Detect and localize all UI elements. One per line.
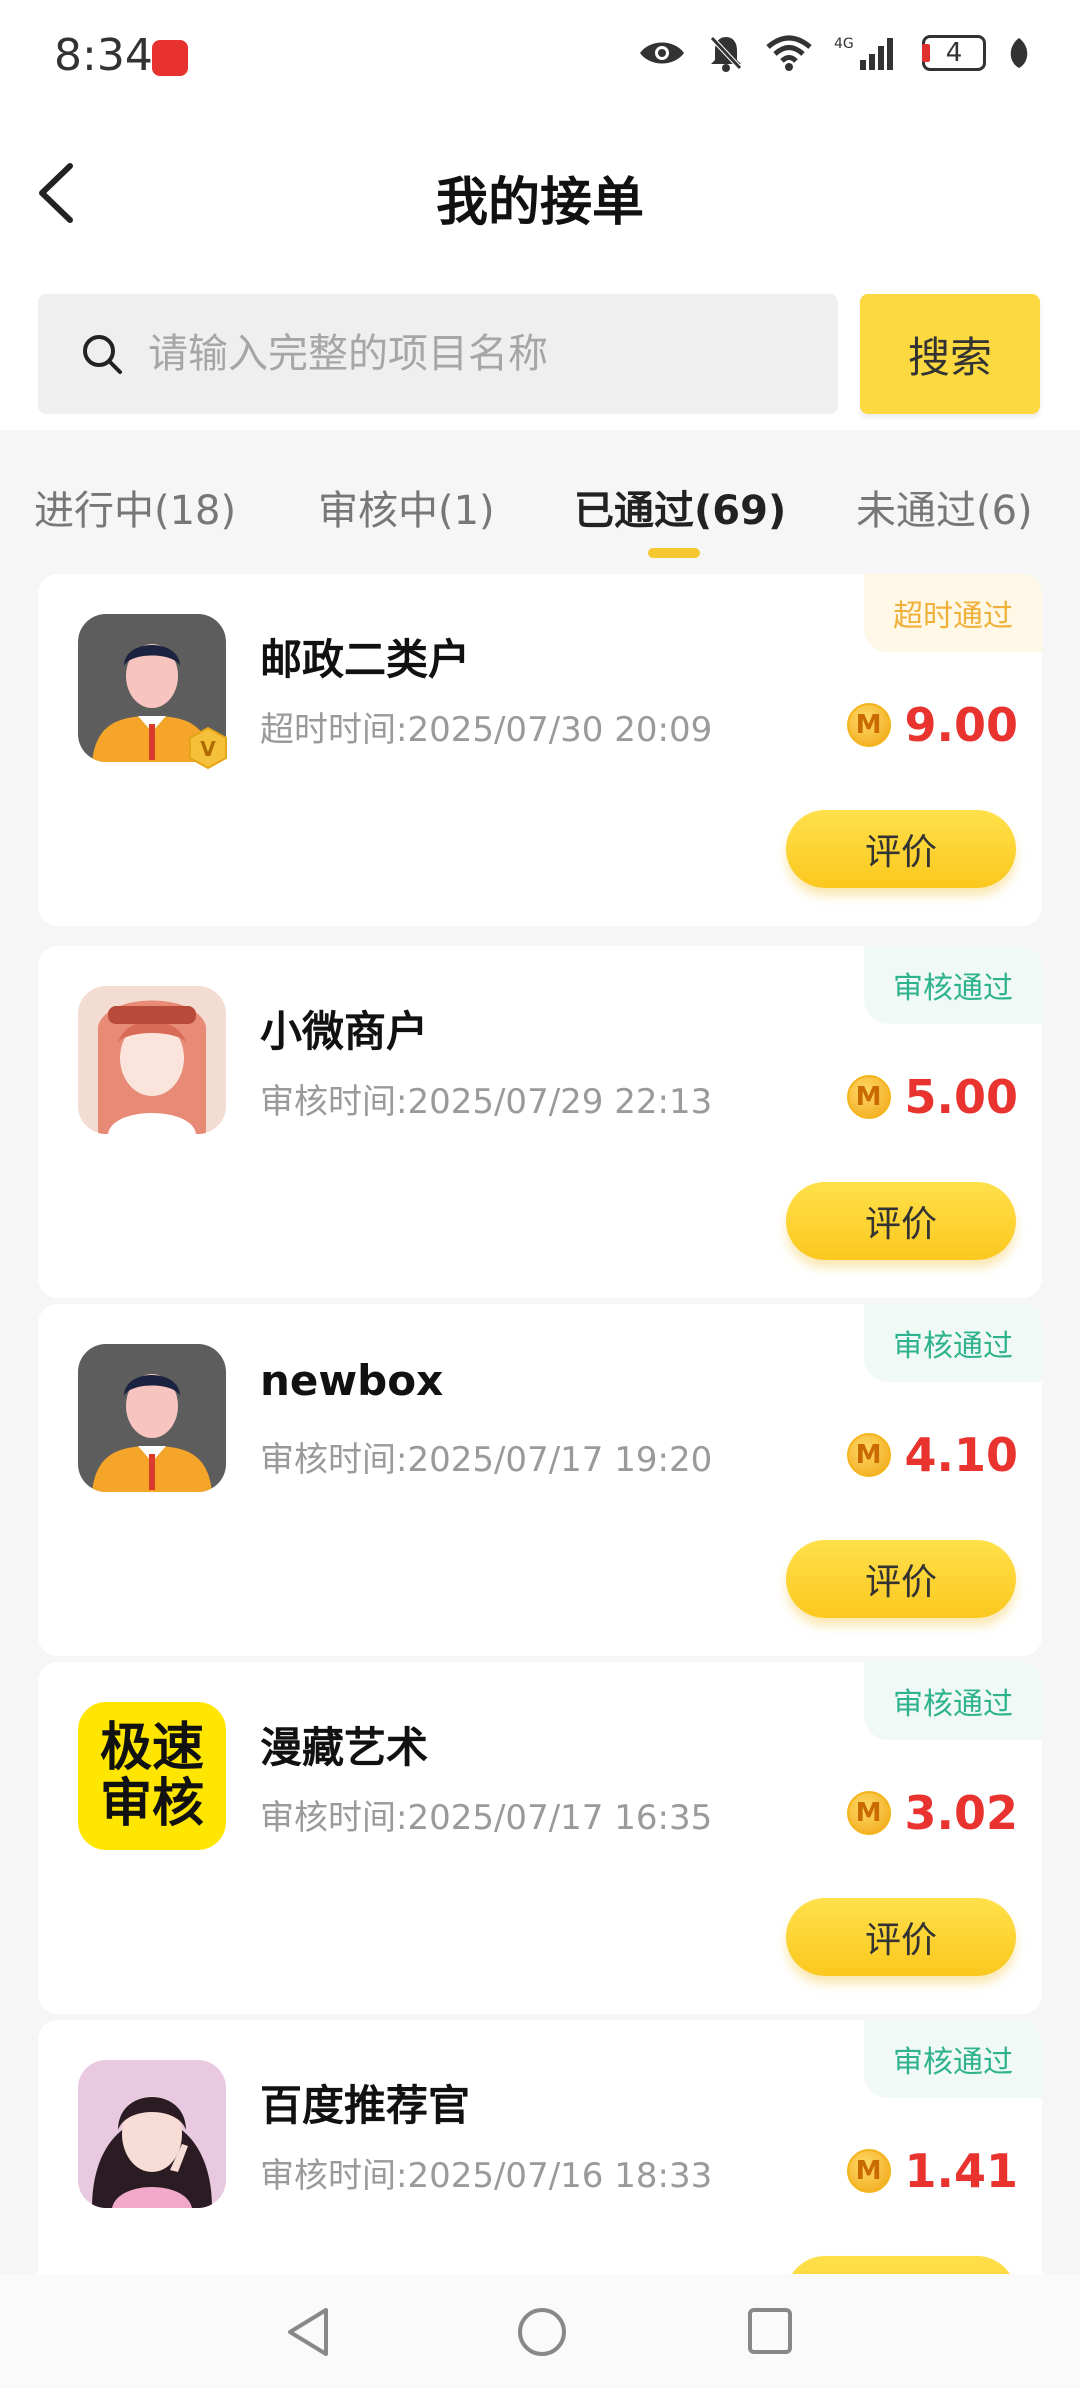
coin-icon: M — [846, 2149, 891, 2193]
rate-button[interactable]: 评价 — [786, 1898, 1016, 1976]
price-value: 9.00 — [904, 698, 1019, 752]
battery-icon: 4 — [922, 35, 986, 71]
status-bar: 8:34 4G 4 — [0, 0, 1080, 120]
avatar-text: 极速审核 — [99, 1718, 204, 1834]
price-value: 3.02 — [904, 1786, 1019, 1840]
active-tab-indicator — [648, 548, 700, 558]
search-box[interactable] — [38, 294, 838, 414]
price-value: 5.00 — [904, 1070, 1019, 1124]
item-title: 小微商户 — [260, 1007, 429, 1056]
eye-icon — [640, 42, 684, 64]
item-title: 百度推荐官 — [260, 2081, 471, 2130]
nav-back-icon[interactable] — [282, 2304, 334, 2360]
search-button[interactable]: 搜索 — [860, 294, 1040, 414]
header: 我的接单 — [0, 120, 1080, 270]
list-item[interactable]: newbox 审核时间:2025/07/17 19:20 审核通过 M 4.10… — [38, 1304, 1042, 1656]
search-input[interactable] — [148, 294, 808, 414]
vip-badge-icon: V — [189, 726, 227, 770]
price-value: 4.10 — [904, 1428, 1019, 1482]
rate-button[interactable]: 评价 — [786, 1182, 1016, 1260]
svg-text:4G: 4G — [834, 36, 854, 52]
status-badge: 超时通过 — [864, 574, 1042, 652]
bell-off-icon — [710, 36, 742, 72]
list-item[interactable]: V 邮政二类户 超时时间:2025/07/30 20:09 超时通过 M 9.0… — [38, 574, 1042, 926]
status-badge: 审核通过 — [864, 2020, 1042, 2098]
status-badge: 审核通过 — [864, 946, 1042, 1024]
status-badge: 审核通过 — [864, 1662, 1042, 1740]
price: M 9.00 — [846, 698, 1019, 752]
price: M 4.10 — [846, 1428, 1019, 1482]
price: M 5.00 — [846, 1070, 1019, 1124]
avatar — [78, 986, 226, 1134]
avatar: 极速审核 — [78, 1702, 226, 1850]
app-badge-icon — [152, 40, 188, 76]
wifi-icon — [766, 35, 812, 71]
page-title: 我的接单 — [435, 173, 644, 233]
avatar — [78, 2060, 226, 2208]
item-title: 邮政二类户 — [260, 635, 471, 684]
tab-reviewing[interactable]: 审核中(1) — [318, 478, 495, 536]
rate-button[interactable]: 评价 — [786, 1540, 1016, 1618]
list-item[interactable]: 小微商户 审核时间:2025/07/29 22:13 审核通过 M 5.00 评… — [38, 946, 1042, 1298]
tab-passed[interactable]: 已通过(69) — [574, 478, 786, 536]
nav-recent-icon[interactable] — [746, 2306, 794, 2356]
coin-icon: M — [846, 1433, 891, 1477]
avatar — [78, 1344, 226, 1492]
price: M 3.02 — [846, 1786, 1019, 1840]
item-time: 审核时间:2025/07/17 19:20 — [260, 1440, 713, 1480]
search-icon — [83, 335, 122, 374]
item-title: newbox — [260, 1356, 444, 1405]
system-nav-bar — [0, 2274, 1080, 2388]
item-time: 审核时间:2025/07/17 16:35 — [260, 1798, 713, 1838]
item-time: 审核时间:2025/07/29 22:13 — [260, 1082, 713, 1122]
search-row: 搜索 — [0, 270, 1080, 430]
price-value: 1.41 — [904, 2144, 1019, 2198]
item-title: 漫藏艺术 — [260, 1723, 429, 1772]
status-time: 8:34 — [54, 30, 153, 81]
nav-home-icon[interactable] — [516, 2304, 568, 2360]
tab-rejected[interactable]: 未通过(6) — [856, 478, 1033, 536]
price: M 1.41 — [846, 2144, 1019, 2198]
coin-icon: M — [846, 1791, 891, 1835]
tab-in-progress[interactable]: 进行中(18) — [34, 478, 236, 536]
item-time: 审核时间:2025/07/16 18:33 — [260, 2156, 713, 2196]
leaf-icon — [1010, 38, 1028, 68]
signal-4g-icon: 4G — [834, 36, 893, 70]
item-time: 超时时间:2025/07/30 20:09 — [260, 710, 713, 750]
tab-bar: 进行中(18) 审核中(1) 已通过(69) 未通过(6) — [0, 440, 1080, 570]
coin-icon: M — [846, 1075, 891, 1119]
status-icons: 4G 4 — [638, 34, 1030, 72]
svg-text:V: V — [200, 737, 216, 761]
list-item[interactable]: 极速审核 漫藏艺术 审核时间:2025/07/17 16:35 审核通过 M 3… — [38, 1662, 1042, 2014]
rate-button[interactable]: 评价 — [786, 810, 1016, 888]
status-badge: 审核通过 — [864, 1304, 1042, 1382]
coin-icon: M — [846, 703, 891, 747]
